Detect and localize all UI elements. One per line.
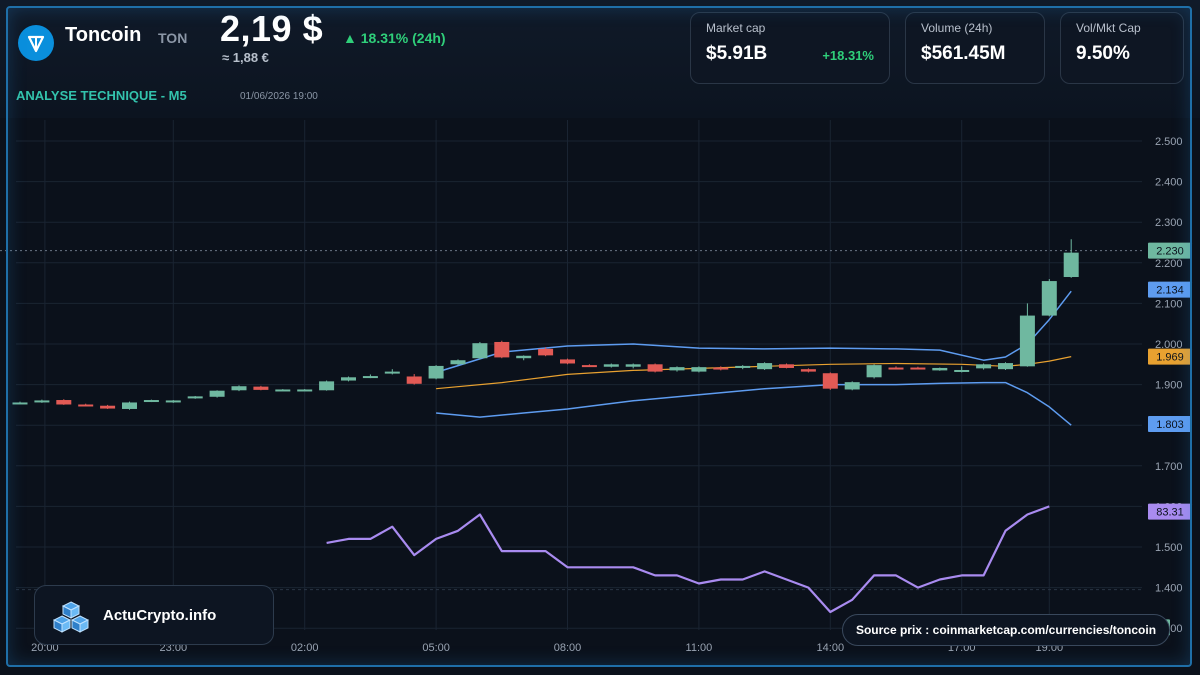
candle-up [187, 396, 203, 399]
y-tick-label: 1.900 [1155, 380, 1183, 392]
candle-down [779, 364, 794, 368]
cubes-logo-icon [53, 601, 89, 633]
candle-down [253, 386, 269, 390]
price-tag-label: 2.134 [1156, 285, 1184, 297]
candle-up [231, 386, 247, 391]
candle-up [319, 381, 335, 391]
candle-down [78, 404, 94, 407]
candle-down [560, 359, 575, 364]
candle-up [362, 376, 378, 379]
candle-up [275, 389, 291, 392]
candle-up [450, 360, 466, 365]
candle-down [56, 400, 72, 405]
candle-up [34, 400, 50, 403]
moving-average-line [436, 356, 1072, 390]
y-tick-label: 1.700 [1155, 461, 1183, 473]
price-chart[interactable]: 2.5002.4002.3002.2002.1002.0001.9001.800… [0, 0, 1200, 675]
y-tick-label: 1.400 [1155, 583, 1183, 595]
candle-up [12, 402, 28, 405]
source-link[interactable]: Source prix : coinmarketcap.com/currenci… [842, 614, 1170, 646]
x-tick-label: 11:00 [686, 642, 713, 654]
x-tick-label: 02:00 [291, 642, 319, 654]
y-tick-label: 2.100 [1155, 298, 1183, 310]
candle-up [954, 369, 970, 372]
candle-down [713, 367, 729, 370]
price-tag-label: 83.31 [1156, 507, 1184, 519]
candle-up [516, 355, 532, 359]
candle-down [888, 367, 904, 370]
candle-up [165, 400, 181, 403]
y-axis: 2.5002.4002.3002.2002.1002.0001.9001.800… [1155, 136, 1183, 635]
candle-up [625, 364, 641, 367]
x-tick-label: 05:00 [422, 642, 450, 654]
candle-down [581, 365, 597, 368]
x-tick-label: 14:00 [817, 642, 845, 654]
candle-down [822, 373, 838, 389]
y-tick-label: 2.400 [1155, 177, 1183, 189]
y-tick-label: 2.300 [1155, 217, 1183, 229]
candle-down [647, 364, 663, 372]
candle-down [910, 367, 926, 370]
y-tick-label: 2.200 [1155, 258, 1183, 270]
candle-up [428, 365, 444, 379]
candle-up [472, 343, 488, 359]
brand-badge[interactable]: ActuCrypto.info [34, 585, 274, 645]
candle-down [100, 405, 116, 409]
candle-down [494, 341, 510, 358]
candle-up [1041, 281, 1057, 316]
price-tag-label: 1.969 [1156, 352, 1184, 364]
candle-up [932, 367, 948, 371]
candle-up [669, 367, 685, 371]
candle-down [406, 376, 422, 384]
candle-up [1019, 315, 1035, 367]
candle-down [800, 369, 816, 372]
candle-up [866, 365, 882, 378]
candle-up [122, 402, 137, 409]
candle-up [341, 377, 356, 381]
bollinger-lower-line [436, 381, 1072, 426]
candle-up [735, 365, 751, 368]
candle-up [297, 389, 313, 392]
chart-grid [0, 120, 1145, 630]
candle-up [603, 364, 619, 367]
candle-up [1063, 252, 1079, 278]
candle-up [384, 371, 400, 374]
candle-up [998, 363, 1013, 370]
candle-down [538, 348, 554, 356]
price-tag-label: 2.230 [1156, 246, 1184, 258]
brand-name: ActuCrypto.info [103, 607, 217, 624]
candle-up [757, 363, 773, 370]
candle-up [691, 367, 707, 372]
x-tick-label: 08:00 [554, 642, 582, 654]
price-tag-label: 1.803 [1156, 419, 1184, 431]
candle-up [209, 390, 225, 397]
candle-up [844, 382, 860, 390]
candle-up [143, 400, 159, 403]
y-tick-label: 1.500 [1155, 542, 1183, 554]
rsi-line [326, 505, 1050, 614]
y-tick-label: 2.500 [1155, 136, 1183, 148]
candle-up [976, 364, 992, 369]
